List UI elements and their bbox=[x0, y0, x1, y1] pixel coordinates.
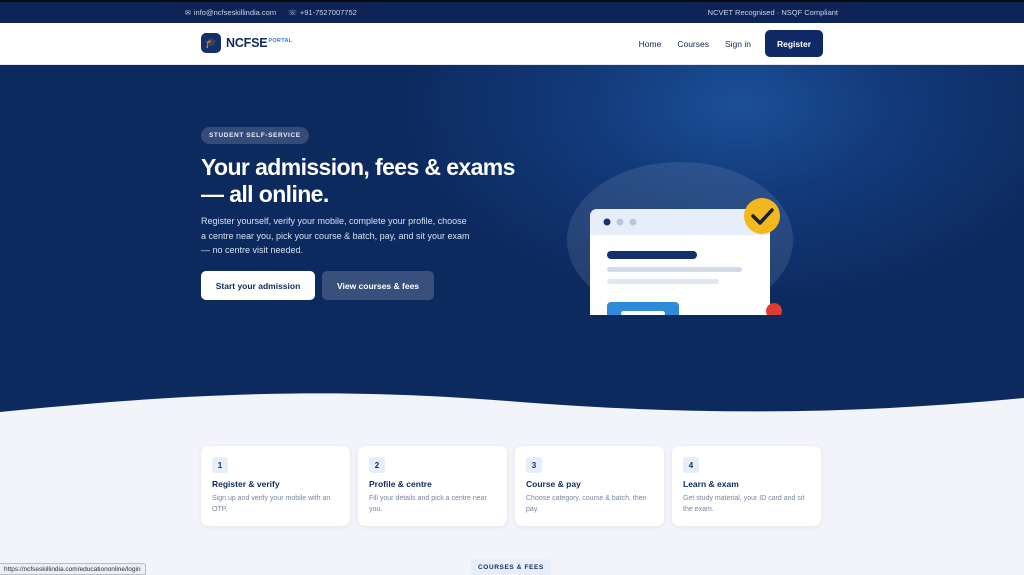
hero-headline: Your admission, fees & exams — all onlin… bbox=[201, 154, 515, 207]
step-description: Choose category, course & batch, then pa… bbox=[526, 495, 647, 513]
step-card: 1 Register & verify Sign up and verify y… bbox=[201, 446, 350, 526]
card-titlebar-fill bbox=[590, 228, 770, 235]
phone-contact[interactable]: ☏ +91-7527007752 bbox=[288, 8, 357, 17]
placeholder-line bbox=[607, 251, 697, 259]
step-title: Course & pay bbox=[526, 479, 581, 489]
window-dot bbox=[603, 218, 611, 226]
nav-link-home[interactable]: Home bbox=[639, 39, 662, 49]
placeholder-line bbox=[607, 279, 719, 284]
step-card: 4 Learn & exam Get study material, your … bbox=[672, 446, 821, 526]
view-courses-button[interactable]: View courses & fees bbox=[322, 271, 434, 300]
phone-icon: ☏ bbox=[288, 10, 297, 17]
logo-text: NCFSEPORTAL bbox=[226, 36, 292, 50]
start-admission-button[interactable]: Start your admission bbox=[201, 271, 315, 300]
register-button[interactable]: Register bbox=[765, 30, 823, 57]
hero-wave-divider bbox=[0, 393, 1024, 425]
step-description: Fill your details and pick a centre near… bbox=[369, 495, 487, 513]
hero-illustration bbox=[567, 162, 793, 315]
site-logo[interactable]: 🎓 NCFSEPORTAL bbox=[201, 33, 292, 53]
top-info-bar: ✉ info@ncfseskillindia.com ☏ +91-752700775… bbox=[0, 0, 1024, 23]
nav-link-sign-in[interactable]: Sign in bbox=[725, 39, 751, 49]
main-nav: 🎓 NCFSEPORTAL Home Courses Sign in Regis… bbox=[0, 23, 1024, 65]
step-title: Profile & centre bbox=[369, 479, 432, 489]
graduation-cap-icon: 🎓 bbox=[201, 33, 221, 53]
window-dot bbox=[629, 218, 637, 226]
phone-text: +91-7527007752 bbox=[299, 8, 357, 17]
step-number: 1 bbox=[212, 457, 228, 473]
nav-link-courses[interactable]: Courses bbox=[677, 39, 709, 49]
courses-fees-label: COURSES & FEES bbox=[471, 559, 551, 575]
step-card: 3 Course & pay Choose category, course &… bbox=[515, 446, 664, 526]
step-description: Get study material, your ID card and sit… bbox=[683, 495, 805, 513]
contact-info: ✉ info@ncfseskillindia.com ☏ +91-752700775… bbox=[185, 8, 357, 17]
step-title: Learn & exam bbox=[683, 479, 739, 489]
browser-status-bar: https://ncfseskillindia.com/educationonl… bbox=[0, 563, 146, 575]
placeholder-button-text bbox=[621, 311, 665, 315]
hero-section: STUDENT SELF-SERVICE Your admission, fee… bbox=[0, 65, 1024, 425]
step-number: 3 bbox=[526, 457, 542, 473]
steps-row: 1 Register & verify Sign up and verify y… bbox=[201, 446, 821, 526]
email-contact[interactable]: ✉ info@ncfseskillindia.com bbox=[185, 8, 276, 17]
window-dot bbox=[616, 218, 624, 226]
placeholder-line bbox=[607, 267, 742, 272]
nav-links: Home Courses Sign in Register bbox=[623, 30, 823, 57]
logo-sup: PORTAL bbox=[268, 37, 293, 44]
step-title: Register & verify bbox=[212, 479, 280, 489]
checkmark-icon bbox=[744, 198, 780, 234]
logo-name: NCFSE bbox=[226, 36, 268, 50]
mail-icon: ✉ bbox=[185, 10, 191, 17]
step-number: 2 bbox=[369, 457, 385, 473]
step-card: 2 Profile & centre Fill your details and… bbox=[358, 446, 507, 526]
step-number: 4 bbox=[683, 457, 699, 473]
step-description: Sign up and verify your mobile with an O… bbox=[212, 495, 331, 513]
compliance-text: NCVET Recognised · NSQF Compliant bbox=[707, 8, 838, 17]
hero-subtext: Register yourself, verify your mobile, c… bbox=[201, 216, 470, 255]
email-text: info@ncfseskillindia.com bbox=[193, 8, 277, 17]
hero-badge: STUDENT SELF-SERVICE bbox=[201, 127, 309, 144]
